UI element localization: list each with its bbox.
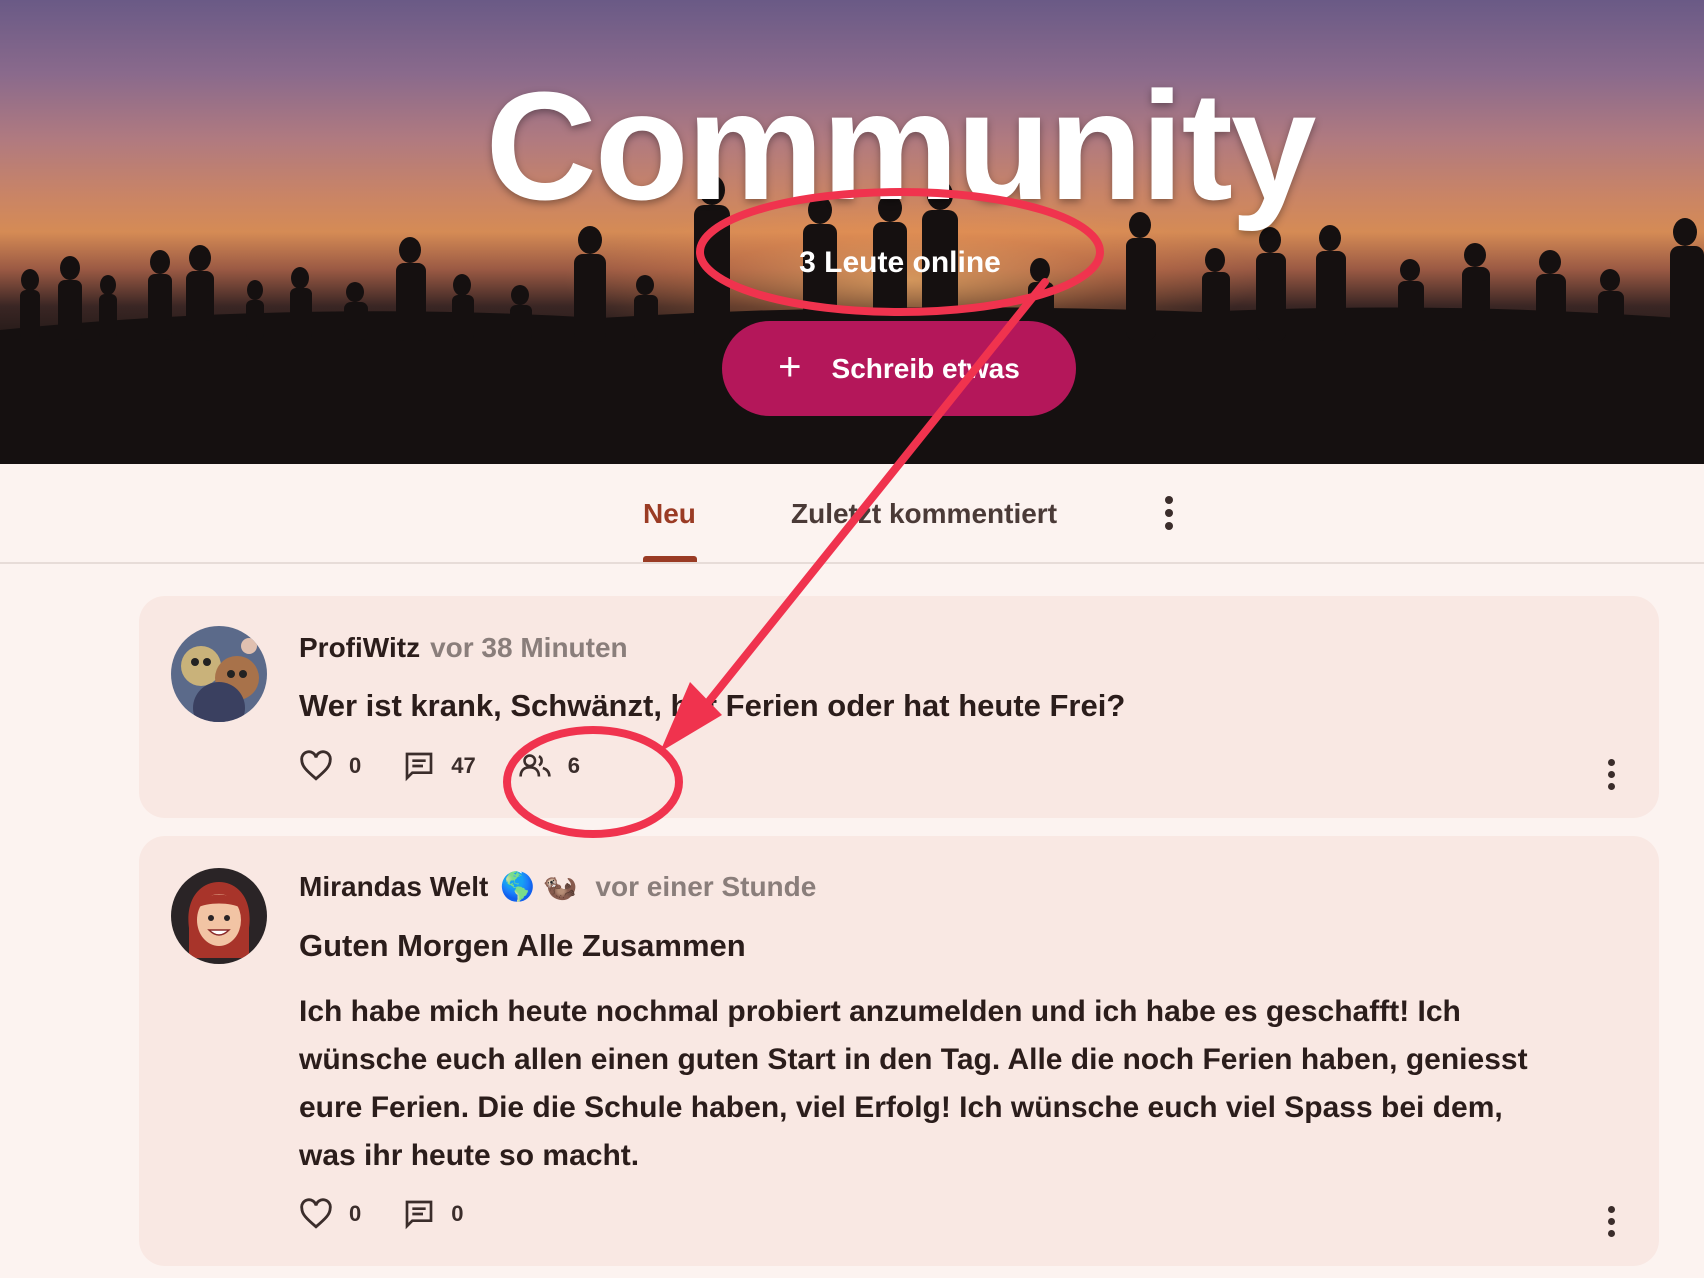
heart-icon	[300, 1198, 332, 1229]
like-count: 0	[349, 753, 362, 778]
like-button[interactable]: 0	[299, 1198, 361, 1230]
post-actions: 0 0	[299, 1198, 506, 1230]
page-title: Community	[485, 60, 1317, 232]
write-post-button[interactable]: + Schreib etwas	[722, 321, 1076, 416]
post-title[interactable]: Wer ist krank, Schwänzt, hat Ferien oder…	[299, 688, 1125, 724]
like-button[interactable]: 0	[299, 750, 361, 782]
author-emoji-badges: 🌎 🦦	[500, 871, 578, 902]
post-more-icon[interactable]	[1606, 1206, 1616, 1237]
people-icon	[519, 754, 551, 777]
post-author[interactable]: ProfiWitz	[299, 632, 420, 663]
hero-banner: Community 3 Leute online + Schreib etwas	[0, 0, 1704, 464]
tab-new[interactable]: Neu	[643, 498, 696, 530]
post-actions: 0 47 6	[299, 750, 622, 782]
feed-tabs: Neu Zuletzt kommentiert	[0, 464, 1704, 564]
heart-icon	[300, 750, 332, 781]
post-more-icon[interactable]	[1606, 759, 1616, 790]
comment-icon	[405, 1200, 433, 1230]
comment-count: 47	[451, 753, 476, 778]
avatar[interactable]	[171, 626, 267, 722]
post-author[interactable]: Mirandas Welt	[299, 871, 488, 902]
post-card[interactable]: Mirandas Welt 🌎 🦦 vor einer Stunde Guten…	[139, 836, 1659, 1266]
comment-icon	[405, 752, 433, 782]
participant-count: 6	[567, 753, 580, 778]
post-time: vor einer Stunde	[595, 871, 817, 902]
plus-icon: +	[778, 344, 802, 389]
like-count: 0	[349, 1201, 362, 1226]
post-card[interactable]: ProfiWitz vor 38 Minuten Wer ist krank, S…	[139, 596, 1659, 818]
post-time: vor 38 Minuten	[430, 632, 628, 663]
comment-button[interactable]: 47	[403, 750, 476, 782]
post-body: Ich habe mich heute nochmal probiert anz…	[299, 995, 1528, 1172]
avatar[interactable]	[171, 868, 267, 964]
participants-button[interactable]: 6	[518, 752, 580, 780]
more-vertical-icon[interactable]	[1164, 496, 1174, 530]
post-title[interactable]: Guten Morgen Alle Zusammen	[299, 928, 746, 964]
write-post-label: Schreib etwas	[831, 352, 1020, 384]
active-tab-indicator	[643, 556, 697, 562]
online-count: 3 Leute online	[799, 246, 1001, 279]
tab-recently-commented[interactable]: Zuletzt kommentiert	[791, 498, 1057, 530]
comment-count: 0	[451, 1201, 464, 1226]
comment-button[interactable]: 0	[403, 1198, 464, 1230]
